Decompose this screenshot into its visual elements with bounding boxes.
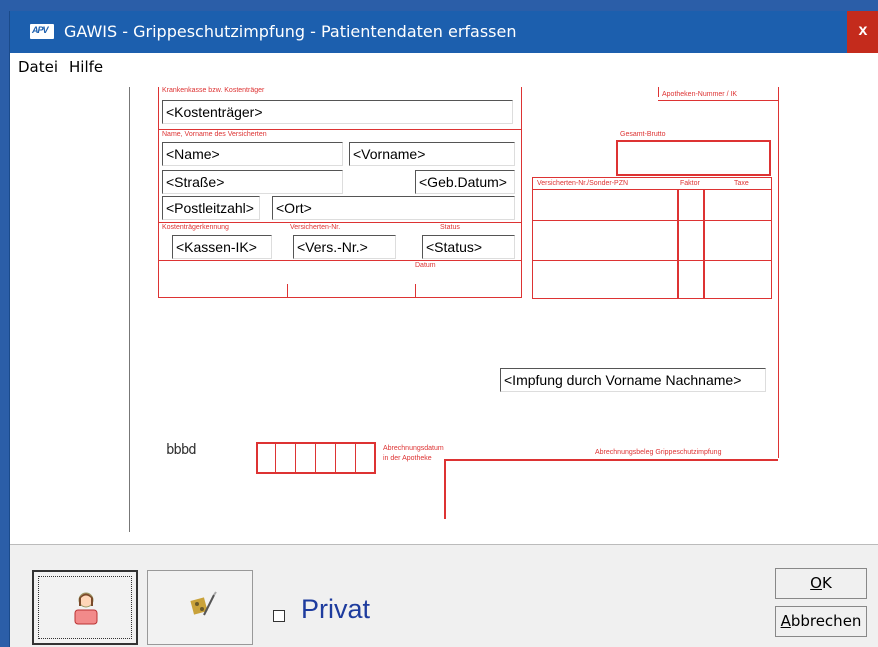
kostentraeger-field[interactable]: <Kostenträger> — [162, 100, 513, 124]
privat-checkbox[interactable] — [273, 610, 285, 622]
divider-line — [158, 222, 522, 223]
title-bar[interactable]: APV GAWIS - Grippeschutzimpfung - Patien… — [10, 11, 878, 53]
divider-line — [158, 129, 522, 130]
menu-item-datei[interactable]: Datei — [18, 58, 58, 76]
app-logo-icon: APV — [30, 24, 54, 39]
kassen-ik-field[interactable]: <Kassen-IK> — [172, 235, 272, 259]
column-line — [703, 189, 705, 299]
gesamt-brutto-box — [616, 140, 771, 176]
divider-line — [158, 260, 522, 261]
dialog-window: APV GAWIS - Grippeschutzimpfung - Patien… — [9, 11, 878, 647]
impfung-durch-field[interactable]: <Impfung durch Vorname Nachname> — [500, 368, 766, 392]
left-margin-line — [129, 87, 130, 532]
divider-line — [658, 100, 778, 101]
geb-datum-field[interactable]: <Geb.Datum> — [415, 170, 515, 194]
right-border-line — [778, 87, 779, 458]
label-gesamt-brutto: Gesamt-Brutto — [620, 131, 666, 138]
divider-line — [532, 220, 772, 221]
vers-nr-field[interactable]: <Vers.-Nr.> — [293, 235, 396, 259]
menu-bar: Datei Hilfe — [10, 53, 878, 79]
button-bar: Privat OK Abbrechen — [10, 544, 878, 647]
edit-button[interactable] — [147, 570, 253, 645]
tick-mark — [287, 284, 288, 298]
cell-line — [335, 444, 336, 472]
status-field[interactable]: <Status> — [422, 235, 515, 259]
label-datum: Datum — [415, 262, 436, 269]
label-apotheken-nr: Apotheken-Nummer / IK — [662, 91, 738, 98]
label-beleg: Abrechnungsbeleg Grippeschutzimpfung — [595, 449, 722, 456]
cell-line — [295, 444, 296, 472]
label-faktor: Faktor — [680, 180, 700, 187]
ok-mnemonic: O — [810, 574, 822, 592]
menu-item-hilfe[interactable]: Hilfe — [69, 58, 103, 76]
divider-line — [532, 260, 772, 261]
beleg-line — [444, 459, 778, 461]
tick-mark — [658, 87, 659, 97]
close-button[interactable]: x — [847, 11, 878, 53]
abbrechen-button[interactable]: Abbrechen — [775, 606, 867, 637]
window-title: GAWIS - Grippeschutzimpfung - Patientend… — [64, 22, 517, 41]
beleg-line — [444, 459, 446, 519]
pzn-table — [532, 177, 772, 299]
form-area: Krankenkasse bzw. Kostenträger <Kostentr… — [10, 79, 878, 544]
label-kasse: Krankenkasse bzw. Kostenträger — [162, 87, 265, 94]
counter-display: bbbd — [166, 442, 197, 458]
label-status: Status — [440, 224, 460, 231]
label-pzn: Versicherten-Nr./Sonder-PZN — [537, 180, 629, 187]
divider-line — [532, 189, 772, 190]
label-kennung: Kostenträgerkennung — [162, 224, 229, 231]
cell-line — [315, 444, 316, 472]
label-in-der-apotheke: in der Apotheke — [383, 455, 432, 462]
label-abrechnungsdatum: Abrechnungsdatum — [383, 445, 444, 452]
cell-line — [355, 444, 356, 472]
tick-mark — [415, 284, 416, 298]
patient-icon — [74, 592, 98, 625]
strasse-field[interactable]: <Straße> — [162, 170, 343, 194]
label-taxe: Taxe — [734, 180, 749, 187]
patient-button[interactable] — [32, 570, 138, 645]
name-field[interactable]: <Name> — [162, 142, 343, 166]
ok-button[interactable]: OK — [775, 568, 867, 599]
label-name: Name, Vorname des Versicherten — [162, 131, 267, 138]
ok-label-rest: K — [821, 574, 832, 592]
ort-field[interactable]: <Ort> — [272, 196, 515, 220]
postleitzahl-field[interactable]: <Postleitzahl> — [162, 196, 260, 220]
column-line — [677, 189, 679, 299]
abrechnungsdatum-box — [256, 442, 376, 474]
cancel-label-rest: bbrechen — [790, 612, 862, 630]
cell-line — [275, 444, 276, 472]
cancel-mnemonic: A — [780, 612, 791, 630]
label-versnr: Versicherten-Nr. — [290, 224, 341, 231]
privat-label: Privat — [301, 594, 371, 624]
edit-pen-icon — [190, 591, 217, 616]
vorname-field[interactable]: <Vorname> — [349, 142, 515, 166]
